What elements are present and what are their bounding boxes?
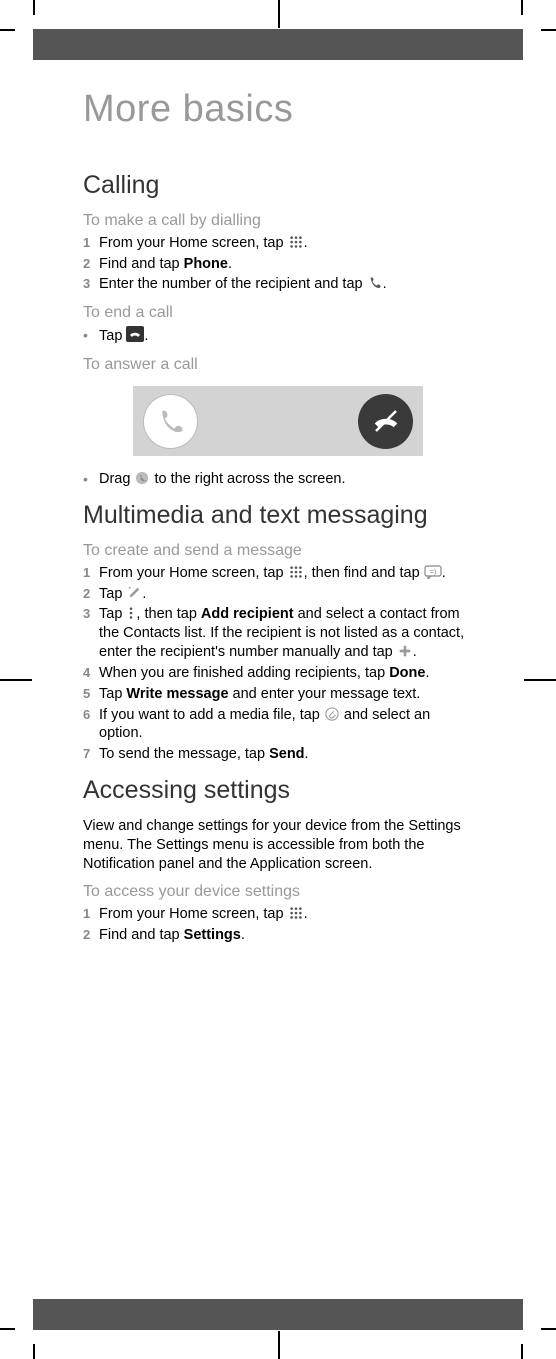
section-heading-messaging: Multimedia and text messaging [83, 501, 473, 530]
step-row: 1 From your Home screen, tap , then find… [83, 564, 473, 583]
section-heading-calling: Calling [83, 171, 473, 200]
step-text: When you are finished adding recipients,… [99, 664, 473, 683]
step-row: 1 From your Home screen, tap . [83, 905, 473, 924]
step-number: 7 [83, 745, 99, 764]
step-number: 1 [83, 564, 99, 583]
step-number: 3 [83, 275, 99, 294]
step-text: Tap Write message and enter your message… [99, 685, 473, 704]
steps-create-message: 1 From your Home screen, tap , then find… [83, 564, 473, 764]
section-heading-settings: Accessing settings [83, 776, 473, 805]
step-number: 6 [83, 706, 99, 744]
crop-mark [521, 1344, 523, 1359]
step-text: From your Home screen, tap . [99, 234, 473, 253]
crop-mark [0, 1328, 15, 1330]
step-number: 1 [83, 234, 99, 253]
crop-mark [521, 0, 523, 15]
drag-handle-icon [134, 471, 150, 485]
bullets-answer-call: Drag to the right across the screen. [83, 470, 473, 489]
step-text: Find and tap Settings. [99, 926, 473, 945]
plus-icon [397, 644, 413, 658]
step-number: 4 [83, 664, 99, 683]
steps-access-settings: 1 From your Home screen, tap . 2 Find an… [83, 905, 473, 945]
step-number: 2 [83, 926, 99, 945]
step-number: 1 [83, 905, 99, 924]
steps-dialling: 1 From your Home screen, tap . 2 Find an… [83, 234, 473, 295]
crop-mark [278, 0, 280, 28]
step-text: If you want to add a media file, tap and… [99, 706, 473, 744]
step-text: Tap . [99, 585, 473, 604]
crop-mark [33, 0, 35, 15]
crop-mark [0, 679, 32, 681]
subheading-answer-call: To answer a call [83, 356, 473, 374]
step-row: 1 From your Home screen, tap . [83, 234, 473, 253]
bullet-text: Tap . [99, 326, 473, 346]
bullet-row: Tap . [83, 326, 473, 346]
svg-text:=): =) [429, 569, 435, 576]
answer-call-figure [83, 386, 473, 456]
step-text: Enter the number of the recipient and ta… [99, 275, 473, 294]
crop-mark [524, 679, 556, 681]
step-number: 5 [83, 685, 99, 704]
step-row: 5 Tap Write message and enter your messa… [83, 685, 473, 704]
step-row: 3 Enter the number of the recipient and … [83, 275, 473, 294]
crop-mark [0, 29, 15, 31]
attachment-icon [324, 707, 340, 721]
bullet-text: Drag to the right across the screen. [99, 470, 473, 489]
messaging-app-icon: =) [424, 565, 442, 579]
step-row: 3 Tap , then tap Add recipient and selec… [83, 605, 473, 662]
page-title: More basics [83, 88, 473, 131]
step-row: 6 If you want to add a media file, tap a… [83, 706, 473, 744]
subheading-dialling: To make a call by dialling [83, 212, 473, 230]
step-number: 2 [83, 255, 99, 274]
reject-button-icon [358, 394, 413, 449]
answer-button-icon [143, 394, 198, 449]
footer-bar [33, 1299, 523, 1330]
subheading-end-call: To end a call [83, 304, 473, 322]
step-text: From your Home screen, tap , then find a… [99, 564, 473, 583]
crop-mark [33, 1344, 35, 1359]
crop-mark [541, 1328, 556, 1330]
step-row: 2 Find and tap Settings. [83, 926, 473, 945]
answer-call-slider [133, 386, 423, 456]
page-content: More basics Calling To make a call by di… [33, 60, 523, 1299]
menu-overflow-icon [126, 606, 136, 620]
step-number: 2 [83, 585, 99, 604]
call-icon [367, 276, 383, 290]
step-number: 3 [83, 605, 99, 662]
apps-grid-icon [288, 235, 304, 249]
step-text: Find and tap Phone. [99, 255, 473, 274]
apps-grid-icon [288, 906, 304, 920]
bullet-row: Drag to the right across the screen. [83, 470, 473, 489]
step-row: 2 Tap . [83, 585, 473, 604]
step-row: 4 When you are finished adding recipient… [83, 664, 473, 683]
settings-paragraph: View and change settings for your device… [83, 817, 473, 874]
crop-mark [541, 29, 556, 31]
apps-grid-icon [288, 565, 304, 579]
new-message-icon [126, 586, 142, 600]
bullets-end-call: Tap . [83, 326, 473, 346]
step-text: To send the message, tap Send. [99, 745, 473, 764]
header-bar [33, 29, 523, 60]
end-call-icon [126, 326, 144, 342]
step-row: 2 Find and tap Phone. [83, 255, 473, 274]
step-text: From your Home screen, tap . [99, 905, 473, 924]
subheading-access-settings: To access your device settings [83, 883, 473, 901]
crop-mark [278, 1331, 280, 1359]
step-row: 7 To send the message, tap Send. [83, 745, 473, 764]
step-text: Tap , then tap Add recipient and select … [99, 605, 473, 662]
subheading-create-message: To create and send a message [83, 542, 473, 560]
